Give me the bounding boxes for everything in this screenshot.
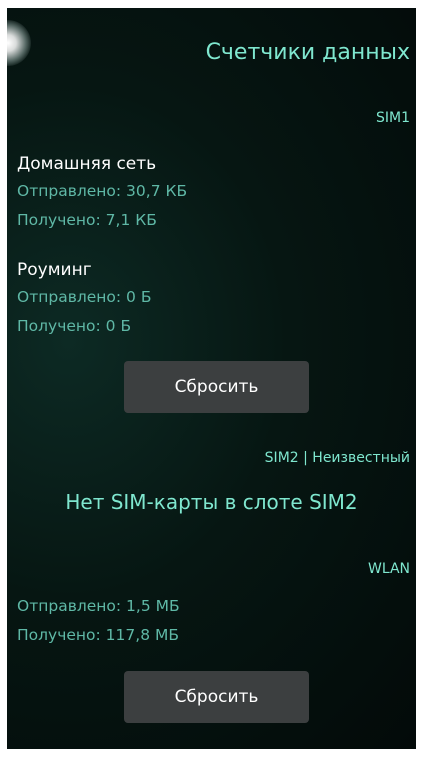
no-sim-message: Нет SIM-карты в слоте SIM2 [65, 490, 358, 514]
roaming-sent-value: Отправлено: 0 Б [17, 288, 152, 306]
sim2-section-label: SIM2 | Неизвестный [264, 450, 410, 466]
data-counters-screen: Счетчики данных SIM1 Домашняя сеть Отпра… [7, 8, 416, 749]
wlan-sent-value: Отправлено: 1,5 МБ [17, 597, 180, 615]
roaming-title: Роуминг [17, 260, 92, 280]
home-received-value: Получено: 7,1 КБ [17, 211, 157, 229]
wlan-section-label: WLAN [367, 561, 410, 577]
wlan-reset-button[interactable]: Сбросить [124, 671, 309, 723]
roaming-received-value: Получено: 0 Б [17, 317, 132, 335]
page-title: Счетчики данных [205, 40, 410, 65]
home-network-title: Домашняя сеть [17, 154, 157, 174]
sim1-section-label: SIM1 [375, 110, 410, 126]
sim1-reset-button[interactable]: Сбросить [124, 361, 309, 413]
home-sent-value: Отправлено: 30,7 КБ [17, 182, 188, 200]
wlan-received-value: Получено: 117,8 МБ [17, 626, 179, 644]
pulley-menu-indicator[interactable] [7, 20, 31, 66]
